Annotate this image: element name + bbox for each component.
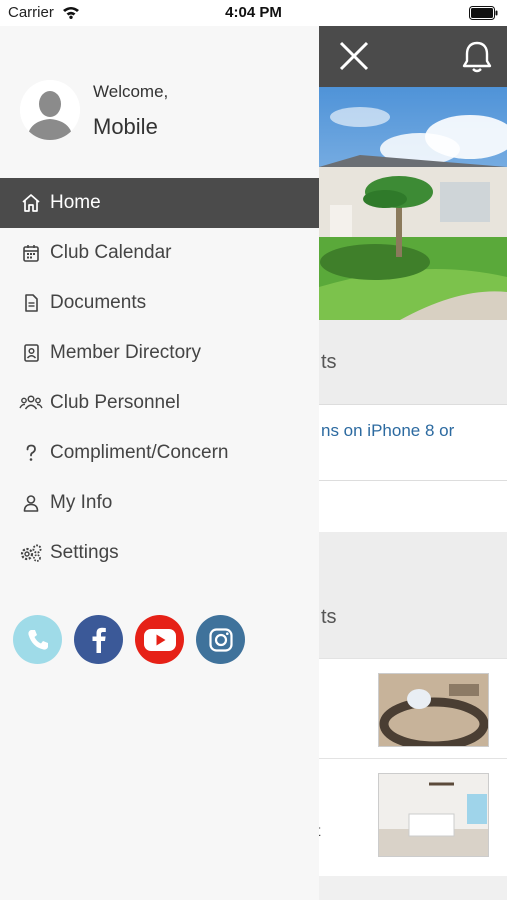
close-icon — [339, 41, 369, 71]
welcome-label: Welcome, — [93, 82, 169, 101]
menu-item-settings[interactable]: Settings — [0, 528, 319, 578]
youtube-button[interactable] — [135, 615, 184, 664]
social-links — [13, 615, 257, 664]
instagram-icon — [208, 627, 233, 652]
menu-item-label: Settings — [50, 542, 119, 563]
close-drawer-button[interactable] — [332, 37, 376, 77]
person-icon — [19, 491, 43, 515]
list-item-thumbnail — [378, 773, 489, 857]
status-bar: Carrier 4:04 PM — [0, 0, 507, 26]
calendar-icon — [19, 241, 43, 265]
notifications-button[interactable] — [456, 36, 498, 78]
menu-item-documents[interactable]: Documents — [0, 278, 319, 328]
menu-item-label: Documents — [50, 292, 147, 313]
clock: 4:04 PM — [225, 4, 282, 21]
menu-item-label: Home — [50, 192, 101, 213]
menu-item-club-personnel[interactable]: Club Personnel — [0, 378, 319, 428]
menu-item-member-directory[interactable]: Member Directory — [0, 328, 319, 378]
menu-item-club-calendar[interactable]: Club Calendar — [0, 228, 319, 278]
list-item-thumbnail — [378, 673, 489, 747]
directory-icon — [19, 341, 43, 365]
menu-item-label: My Info — [50, 492, 113, 513]
menu-item-label: Club Calendar — [50, 242, 172, 263]
document-icon — [19, 291, 43, 315]
drawer-menu: Home Club Calendar Documents Member Dire… — [0, 178, 319, 578]
youtube-icon — [143, 628, 176, 651]
default-avatar-icon — [20, 80, 80, 140]
menu-item-label: Club Personnel — [50, 392, 180, 413]
people-icon — [19, 391, 43, 415]
nav-drawer: Welcome, Mobile Home Club Calendar Docum… — [0, 26, 319, 900]
gears-icon — [19, 541, 43, 565]
facebook-icon — [92, 627, 106, 653]
home-icon — [19, 191, 43, 215]
menu-item-label: Member Directory — [50, 342, 201, 363]
phone-button[interactable] — [13, 615, 62, 664]
menu-item-compliment-concern[interactable]: Compliment/Concern — [0, 428, 319, 478]
menu-item-my-info[interactable]: My Info — [0, 478, 319, 528]
profile-header: Welcome, Mobile — [0, 26, 319, 178]
battery-icon — [469, 6, 498, 20]
menu-item-label: Compliment/Concern — [50, 442, 229, 463]
instagram-button[interactable] — [196, 615, 245, 664]
avatar[interactable] — [20, 80, 80, 140]
username: Mobile — [93, 114, 158, 139]
menu-item-home[interactable]: Home — [0, 178, 319, 228]
facebook-button[interactable] — [74, 615, 123, 664]
bell-icon — [462, 41, 492, 73]
phone-icon — [27, 629, 48, 650]
question-icon — [19, 441, 43, 465]
